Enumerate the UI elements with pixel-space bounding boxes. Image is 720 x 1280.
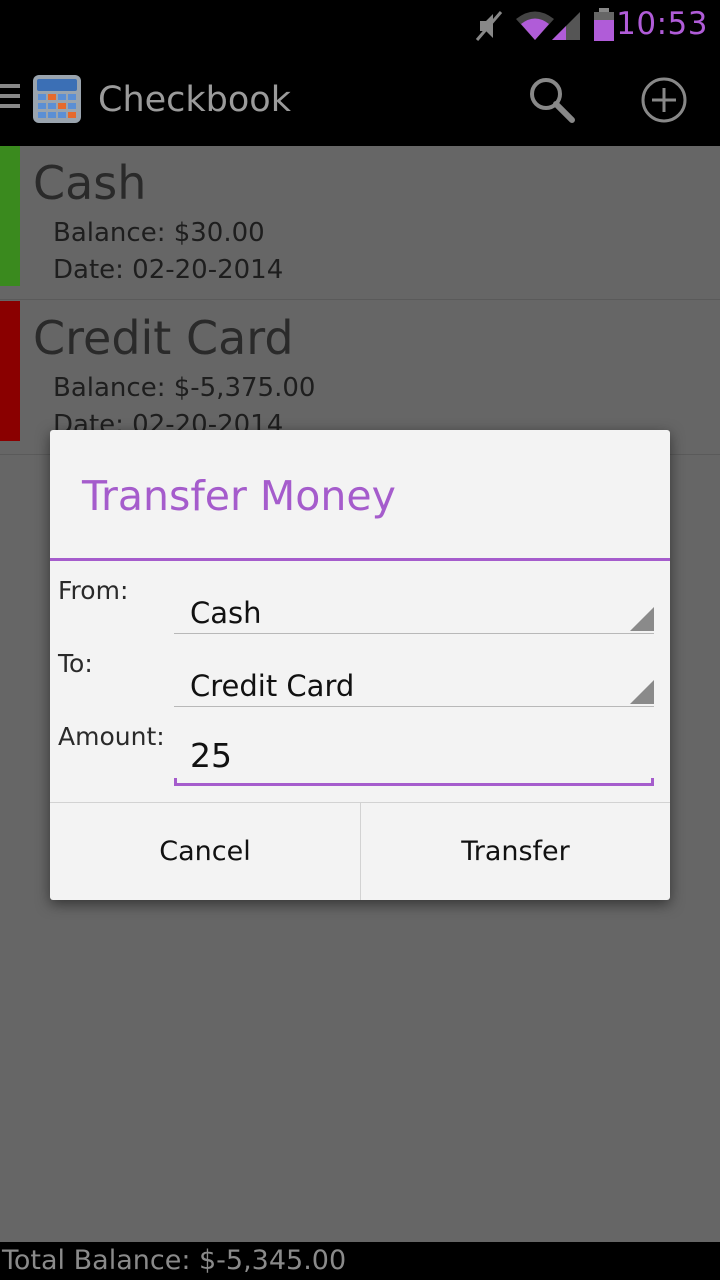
account-item-cash[interactable]: Cash Balance: $30.00 Date: 02-20-2014 bbox=[0, 146, 720, 300]
add-circle-icon[interactable] bbox=[640, 76, 688, 124]
drawer-icon[interactable] bbox=[0, 84, 20, 114]
calculator-app-icon[interactable] bbox=[32, 74, 82, 124]
app-title: Checkbook bbox=[98, 80, 291, 120]
total-balance: Total Balance: $-5,345.00 bbox=[2, 1245, 347, 1276]
wifi-icon bbox=[516, 11, 554, 40]
signal-icon bbox=[552, 12, 580, 40]
dropdown-arrow-icon bbox=[630, 680, 654, 704]
search-icon[interactable] bbox=[526, 74, 576, 124]
account-date: Date: 02-20-2014 bbox=[53, 255, 284, 285]
account-name: Cash bbox=[33, 156, 147, 210]
account-balance: Balance: $-5,375.00 bbox=[53, 373, 316, 403]
to-spinner[interactable]: Credit Card bbox=[174, 657, 654, 707]
account-color-bar bbox=[0, 301, 20, 441]
to-label: To: bbox=[58, 649, 93, 678]
dialog-title-divider bbox=[50, 558, 670, 561]
battery-icon bbox=[594, 8, 614, 41]
amount-input[interactable]: 25 bbox=[174, 726, 654, 786]
account-color-bar bbox=[0, 146, 20, 286]
mute-icon bbox=[475, 11, 503, 41]
amount-input-value: 25 bbox=[190, 736, 232, 775]
footer-bar: Total Balance: $-5,345.00 bbox=[0, 1242, 720, 1280]
transfer-money-dialog: Transfer Money From: Cash To: Credit Car… bbox=[50, 430, 670, 900]
from-spinner[interactable]: Cash bbox=[174, 584, 654, 634]
cancel-button[interactable]: Cancel bbox=[50, 803, 360, 900]
account-name: Credit Card bbox=[33, 311, 294, 365]
from-label: From: bbox=[58, 576, 129, 605]
dialog-title: Transfer Money bbox=[82, 472, 396, 520]
status-bar: 10:53 bbox=[0, 0, 720, 50]
transfer-button[interactable]: Transfer bbox=[360, 803, 670, 900]
to-spinner-value: Credit Card bbox=[190, 669, 355, 703]
dropdown-arrow-icon bbox=[630, 607, 654, 631]
amount-input-underline bbox=[174, 778, 654, 786]
amount-label: Amount: bbox=[58, 722, 165, 751]
account-balance: Balance: $30.00 bbox=[53, 218, 265, 248]
status-time: 10:53 bbox=[616, 6, 708, 42]
from-spinner-value: Cash bbox=[190, 596, 262, 630]
action-bar: Checkbook bbox=[0, 50, 720, 146]
